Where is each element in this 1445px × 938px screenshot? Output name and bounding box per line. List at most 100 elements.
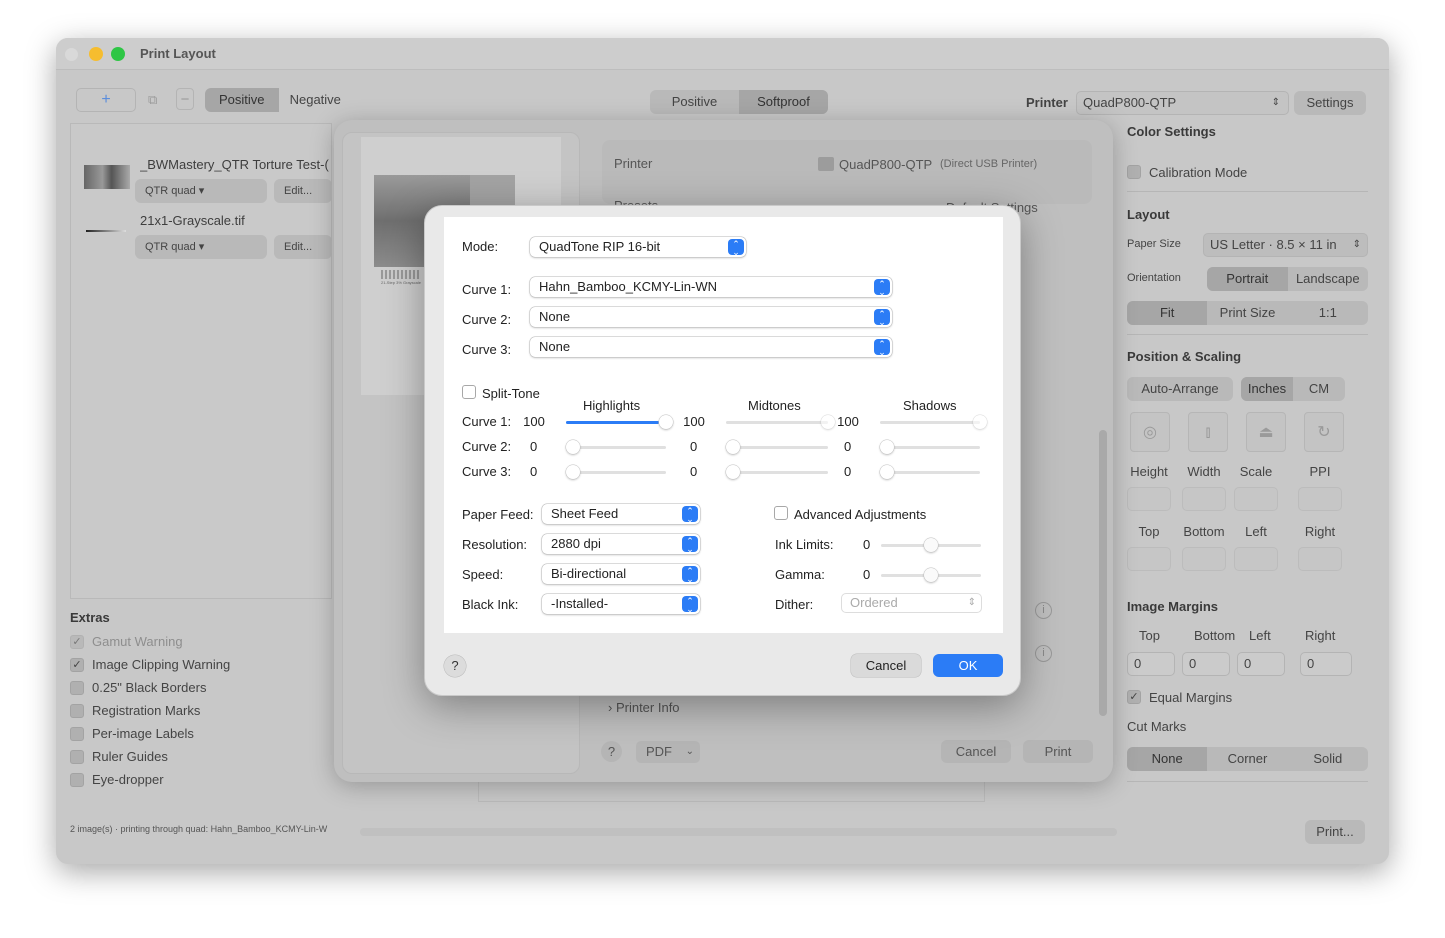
tab-softproof[interactable]: Softproof — [739, 90, 828, 114]
slider-knob[interactable] — [924, 538, 938, 552]
black-ink-select[interactable]: -Installed- ⌃ ⌄ — [542, 594, 700, 614]
size-field[interactable] — [1182, 487, 1226, 511]
split-slider[interactable] — [726, 465, 828, 479]
margin-field[interactable]: 0 — [1300, 652, 1352, 676]
tab-positive-view[interactable]: Positive — [650, 90, 739, 114]
edge-field[interactable] — [1234, 547, 1278, 571]
printer-info-disclosure[interactable]: › Printer Info — [608, 700, 680, 715]
size-field[interactable] — [1234, 487, 1278, 511]
quad-select[interactable]: QTR quad ▾ — [135, 179, 267, 203]
resolution-select[interactable]: 2880 dpi ⌃ ⌄ — [542, 534, 700, 554]
curve-select[interactable]: None ⌃ ⌄ — [530, 337, 892, 357]
edit-button[interactable]: Edit... — [274, 235, 332, 259]
sheet-printer-value[interactable]: QuadP800-QTP — [839, 157, 932, 172]
remove-image-icon[interactable]: − — [176, 88, 194, 110]
stamp-icon[interactable]: ⏏ — [1246, 412, 1286, 452]
units-inches[interactable]: Inches — [1241, 377, 1293, 401]
align-vertical-icon[interactable]: ⫾ — [1188, 412, 1228, 452]
sheet-cancel-button[interactable]: Cancel — [941, 740, 1011, 763]
extras-checkbox[interactable] — [70, 681, 84, 695]
extras-checkbox[interactable] — [70, 750, 84, 764]
cut-solid[interactable]: Solid — [1288, 747, 1368, 771]
split-slider[interactable] — [880, 415, 987, 429]
curve-select[interactable]: None ⌃ ⌄ — [530, 307, 892, 327]
units-cm[interactable]: CM — [1293, 377, 1345, 401]
sheet-scrollbar[interactable] — [1099, 430, 1107, 716]
orientation-landscape[interactable]: Landscape — [1288, 267, 1369, 291]
print-button[interactable]: Print... — [1305, 820, 1365, 844]
tab-negative[interactable]: Negative — [279, 88, 353, 112]
duplicate-icon[interactable]: ⧉ — [148, 92, 157, 108]
slider-knob[interactable] — [726, 465, 740, 479]
slider-knob[interactable] — [659, 415, 673, 429]
slider-knob[interactable] — [726, 440, 740, 454]
speed-select[interactable]: Bi-directional ⌃ ⌄ — [542, 564, 700, 584]
gamma-slider[interactable] — [881, 568, 981, 582]
edge-field[interactable] — [1182, 547, 1226, 571]
advanced-checkbox[interactable] — [774, 506, 788, 520]
settings-button[interactable]: Settings — [1294, 91, 1366, 115]
info-icon[interactable]: i — [1035, 602, 1052, 619]
extras-checkbox[interactable] — [70, 773, 84, 787]
size-label: Scale — [1239, 464, 1273, 479]
edge-field[interactable] — [1298, 547, 1342, 571]
margin-field[interactable]: 0 — [1127, 652, 1175, 676]
margin-field[interactable]: 0 — [1182, 652, 1230, 676]
cut-none[interactable]: None — [1127, 747, 1208, 771]
curve-select[interactable]: Hahn_Bamboo_KCMY-Lin-WN ⌃ ⌄ — [530, 277, 892, 297]
auto-arrange-button[interactable]: Auto-Arrange — [1127, 377, 1233, 401]
printer-select[interactable]: QuadP800-QTP ⇕ — [1076, 91, 1289, 115]
rotate-icon[interactable]: ↻ — [1304, 412, 1344, 452]
help-button[interactable]: ? — [444, 655, 466, 677]
split-slider[interactable] — [726, 440, 828, 454]
close-window-icon[interactable] — [65, 48, 78, 61]
zoom-window-icon[interactable] — [111, 47, 125, 61]
ink-limits-slider[interactable] — [881, 538, 981, 552]
add-image-button[interactable]: + — [76, 88, 136, 112]
paper-feed-select[interactable]: Sheet Feed ⌃ ⌄ — [542, 504, 700, 524]
one-to-one-option[interactable]: 1:1 — [1288, 301, 1368, 325]
minimize-window-icon[interactable] — [89, 47, 103, 61]
sheet-help-button[interactable]: ? — [601, 741, 622, 762]
cut-corner[interactable]: Corner — [1207, 747, 1287, 771]
slider-knob[interactable] — [973, 415, 987, 429]
orientation-portrait[interactable]: Portrait — [1207, 267, 1288, 291]
edge-field[interactable] — [1127, 547, 1171, 571]
split-slider[interactable] — [566, 415, 673, 429]
fit-option[interactable]: Fit — [1127, 301, 1208, 325]
cancel-button[interactable]: Cancel — [851, 654, 921, 677]
split-slider[interactable] — [880, 465, 980, 479]
split-slider[interactable] — [566, 465, 666, 479]
calibration-checkbox[interactable] — [1127, 165, 1141, 179]
slider-knob[interactable] — [566, 465, 580, 479]
extras-checkbox[interactable]: ✓ — [70, 635, 84, 649]
slider-knob[interactable] — [924, 568, 938, 582]
paper-size-select[interactable]: US Letter · 8.5 × 11 in ⇕ — [1203, 233, 1368, 257]
pdf-menu-button[interactable]: PDF ⌄ — [636, 741, 700, 763]
mode-select[interactable]: QuadTone RIP 16-bit ⌃ ⌄ — [530, 237, 746, 257]
split-slider[interactable] — [726, 415, 835, 429]
equal-margins-checkbox[interactable]: ✓ — [1127, 690, 1141, 704]
split-tone-checkbox[interactable] — [462, 385, 476, 399]
size-field[interactable] — [1127, 487, 1171, 511]
quad-select[interactable]: QTR quad ▾ — [135, 235, 267, 259]
size-field[interactable] — [1298, 487, 1342, 511]
info-icon[interactable]: i — [1035, 645, 1052, 662]
split-slider[interactable] — [566, 440, 666, 454]
extras-checkbox[interactable] — [70, 704, 84, 718]
center-target-icon[interactable]: ◎ — [1130, 412, 1170, 452]
slider-knob[interactable] — [566, 440, 580, 454]
margin-field[interactable]: 0 — [1237, 652, 1285, 676]
extras-checkbox[interactable]: ✓ — [70, 658, 84, 672]
extras-checkbox[interactable] — [70, 727, 84, 741]
sheet-print-button[interactable]: Print — [1023, 740, 1093, 763]
slider-knob[interactable] — [880, 465, 894, 479]
edit-button[interactable]: Edit... — [274, 179, 332, 203]
dither-select[interactable]: Ordered ⇕ — [841, 593, 982, 613]
print-size-option[interactable]: Print Size — [1207, 301, 1287, 325]
slider-knob[interactable] — [880, 440, 894, 454]
canvas-scrollbar[interactable] — [360, 828, 1117, 836]
ok-button[interactable]: OK — [933, 654, 1003, 677]
split-slider[interactable] — [880, 440, 980, 454]
tab-positive[interactable]: Positive — [205, 88, 279, 112]
